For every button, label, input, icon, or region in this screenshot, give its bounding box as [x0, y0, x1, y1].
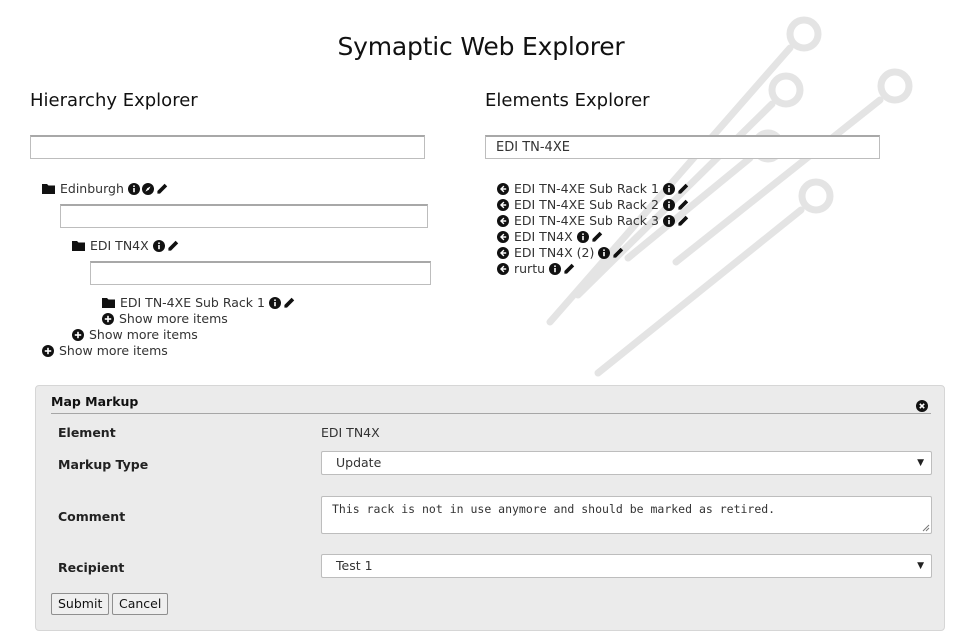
- show-more-children[interactable]: Show more items: [72, 327, 198, 342]
- close-icon[interactable]: [916, 400, 928, 412]
- markup-type-select[interactable]: Update ▼: [321, 451, 932, 475]
- element-result-item[interactable]: EDI TN-4XE Sub Rack 2: [497, 197, 689, 212]
- element-field-label: Element: [58, 425, 116, 440]
- pencil-icon[interactable]: [283, 297, 295, 309]
- resize-grip-icon[interactable]: [921, 523, 930, 532]
- pencil-icon[interactable]: [156, 183, 168, 195]
- arrow-circle-left-icon[interactable]: [497, 182, 509, 195]
- elements-search-input[interactable]: [485, 135, 880, 159]
- pencil-icon[interactable]: [677, 199, 689, 211]
- tree-node-child[interactable]: EDI TN4X: [72, 238, 179, 253]
- tree-filter-input-root[interactable]: [60, 204, 428, 228]
- markup-type-selected: Update: [336, 455, 382, 470]
- comment-label: Comment: [58, 509, 126, 524]
- chevron-down-icon: ▼: [917, 458, 924, 468]
- hierarchy-search-input[interactable]: [30, 135, 425, 159]
- info-icon[interactable]: [598, 246, 611, 259]
- recipient-selected: Test 1: [336, 558, 373, 573]
- show-more-label[interactable]: Show more items: [119, 311, 228, 326]
- element-result-label[interactable]: EDI TN-4XE Sub Rack 2: [514, 197, 659, 212]
- info-icon[interactable]: [268, 296, 281, 309]
- map-markup-panel: Map Markup Element EDI TN4X Markup Type …: [35, 385, 945, 631]
- info-icon[interactable]: [662, 214, 675, 227]
- show-more-label[interactable]: Show more items: [89, 327, 198, 342]
- folder-icon: [42, 183, 55, 194]
- element-result-label[interactable]: EDI TN-4XE Sub Rack 1: [514, 181, 659, 196]
- recipient-label: Recipient: [58, 560, 125, 575]
- plus-circle-icon: [72, 328, 84, 341]
- tree-node-root[interactable]: Edinburgh: [42, 181, 168, 196]
- submit-button[interactable]: Submit: [51, 593, 110, 615]
- element-result-label[interactable]: EDI TN-4XE Sub Rack 3: [514, 213, 659, 228]
- element-result-item[interactable]: EDI TN4X: [497, 229, 603, 244]
- tree-filter-input-child[interactable]: [90, 261, 431, 285]
- info-icon[interactable]: [576, 230, 589, 243]
- pencil-icon[interactable]: [677, 215, 689, 227]
- element-result-item[interactable]: EDI TN-4XE Sub Rack 3: [497, 213, 689, 228]
- element-result-item[interactable]: rurtu: [497, 261, 575, 276]
- comment-text: This rack is not in use anymore and shou…: [332, 502, 776, 516]
- arrow-circle-left-icon[interactable]: [497, 198, 509, 211]
- element-result-label[interactable]: EDI TN4X: [514, 229, 573, 244]
- pencil-icon[interactable]: [167, 240, 179, 252]
- show-more-root[interactable]: Show more items: [42, 343, 168, 358]
- pencil-icon[interactable]: [612, 247, 624, 259]
- chevron-down-icon: ▼: [917, 561, 924, 571]
- show-more-grandchildren[interactable]: Show more items: [102, 311, 228, 326]
- element-result-label[interactable]: EDI TN4X (2): [514, 245, 594, 260]
- elements-explorer-title: Elements Explorer: [485, 90, 650, 111]
- folder-icon: [72, 240, 85, 251]
- cancel-button[interactable]: Cancel: [112, 593, 169, 615]
- arrow-circle-left-icon[interactable]: [497, 246, 509, 259]
- plus-circle-icon: [42, 344, 54, 357]
- tree-node-label[interactable]: EDI TN4X: [90, 238, 149, 253]
- arrow-circle-left-icon[interactable]: [497, 230, 509, 243]
- arrow-circle-left-icon[interactable]: [497, 214, 509, 227]
- arrow-circle-left-icon[interactable]: [497, 262, 509, 275]
- tree-node-label[interactable]: EDI TN-4XE Sub Rack 1: [120, 295, 265, 310]
- tree-node-grandchild[interactable]: EDI TN-4XE Sub Rack 1: [102, 295, 295, 310]
- pencil-icon[interactable]: [591, 231, 603, 243]
- element-result-item[interactable]: EDI TN-4XE Sub Rack 1: [497, 181, 689, 196]
- tree-node-label[interactable]: Edinburgh: [60, 181, 124, 196]
- plus-circle-icon: [102, 312, 114, 325]
- info-icon[interactable]: [662, 182, 675, 195]
- folder-icon: [102, 297, 115, 308]
- pencil-icon[interactable]: [563, 263, 575, 275]
- comment-textarea[interactable]: This rack is not in use anymore and shou…: [321, 496, 932, 534]
- hierarchy-explorer-title: Hierarchy Explorer: [30, 90, 198, 111]
- map-markup-header: Map Markup: [51, 392, 931, 414]
- info-icon[interactable]: [549, 262, 562, 275]
- recipient-select[interactable]: Test 1 ▼: [321, 554, 932, 578]
- info-icon[interactable]: [662, 198, 675, 211]
- element-field-value: EDI TN4X: [321, 425, 380, 440]
- element-result-label[interactable]: rurtu: [514, 261, 545, 276]
- app-title: Symaptic Web Explorer: [337, 32, 625, 61]
- compass-icon[interactable]: [141, 182, 154, 195]
- element-result-item[interactable]: EDI TN4X (2): [497, 245, 624, 260]
- info-icon[interactable]: [152, 239, 165, 252]
- markup-type-label: Markup Type: [58, 457, 149, 472]
- pencil-icon[interactable]: [677, 183, 689, 195]
- map-markup-title: Map Markup: [51, 394, 139, 409]
- info-icon[interactable]: [127, 182, 140, 195]
- show-more-label[interactable]: Show more items: [59, 343, 168, 358]
